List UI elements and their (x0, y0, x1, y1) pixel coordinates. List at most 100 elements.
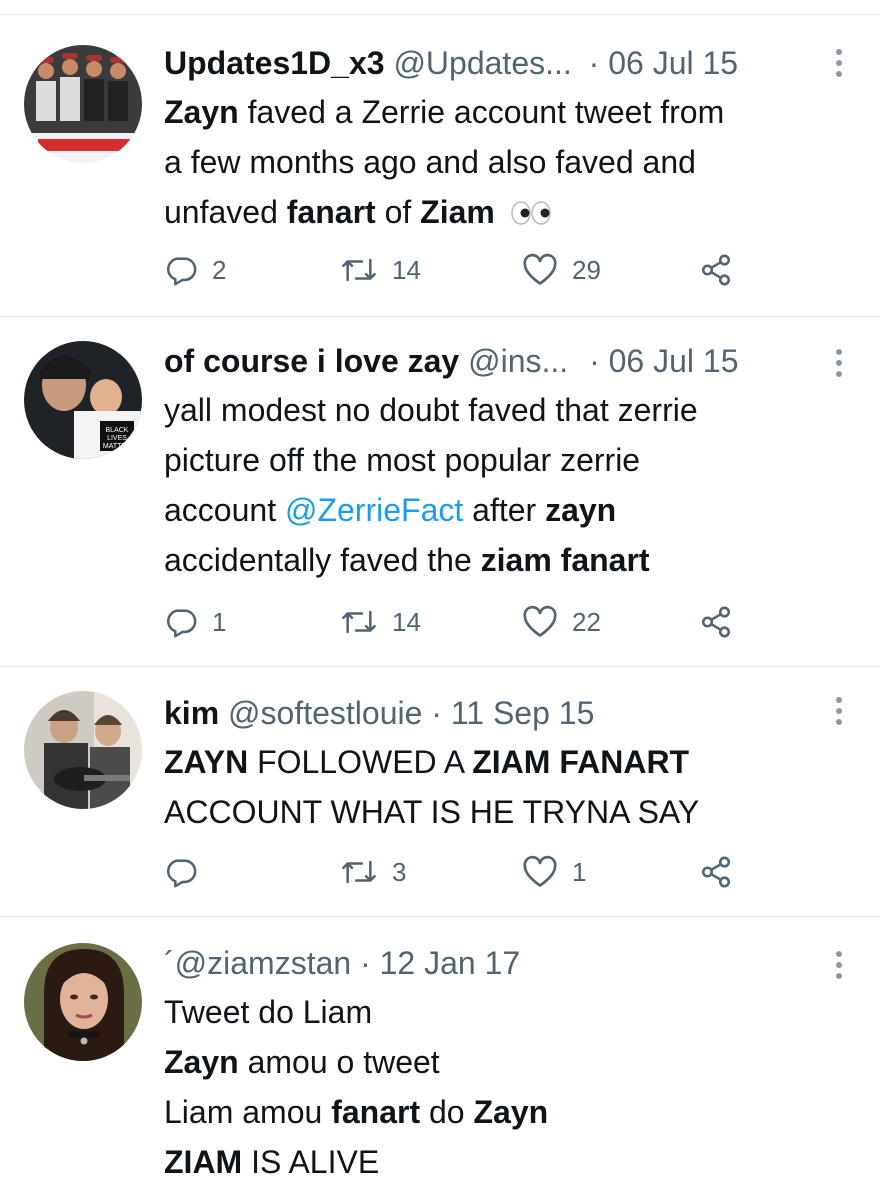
like-count: 22 (572, 606, 601, 637)
text: amou o tweet (238, 1044, 440, 1080)
retweet-button[interactable]: 14 (340, 253, 421, 287)
text: IS ALIVE (242, 1144, 380, 1180)
heart-icon (522, 253, 558, 287)
text: FOLLOWED A (248, 744, 473, 780)
tweet-header: ´@ziamzstan · 12 Jan 17 (164, 943, 840, 983)
tweet-actions: 1 14 22 (164, 605, 764, 645)
author-handle[interactable]: @Updates... (393, 45, 571, 81)
text: faved a Zerrie account tweet from (238, 94, 725, 130)
share-icon (698, 253, 734, 287)
share-icon (698, 605, 734, 639)
reply-count: 1 (212, 606, 227, 637)
tweet-header: Updates1D_x3 @Updates... · 06 Jul 15 (164, 43, 840, 83)
author-name[interactable]: kim (164, 695, 219, 731)
text: yall modest no doubt faved that zerrie (164, 392, 698, 428)
text-bold: ZIAM (164, 1144, 243, 1180)
reply-icon (164, 253, 198, 287)
text: unfaved (164, 194, 287, 230)
tweet[interactable]: ´@ziamzstan · 12 Jan 17 Tweet do Liam Za… (0, 916, 880, 1200)
text-bold: fanart (286, 194, 376, 230)
svg-text:LIVES: LIVES (107, 435, 127, 442)
tweet-actions: 2 14 29 (164, 253, 764, 293)
separator-dot: · (589, 343, 600, 379)
retweet-count: 14 (392, 254, 421, 285)
tweet[interactable]: BLACK LIVES MATTER of course i love zay … (0, 316, 880, 666)
text: ACCOUNT WHAT IS HE TRYNA SAY (164, 794, 700, 830)
text: of (375, 194, 421, 230)
avatar[interactable] (24, 691, 142, 809)
retweet-button[interactable]: 14 (340, 605, 421, 639)
more-icon[interactable] (832, 697, 846, 725)
text-bold: ziam fanart (480, 542, 650, 578)
retweet-icon (340, 253, 378, 287)
svg-text:MATTER: MATTER (103, 443, 131, 450)
text-bold: ZIAM FANART (472, 744, 690, 780)
tweet-header: kim @softestlouie · 11 Sep 15 (164, 693, 840, 733)
share-button[interactable] (698, 855, 734, 889)
reply-button[interactable]: 1 (164, 605, 226, 639)
tweet-date[interactable]: 12 Jan 17 (380, 945, 521, 981)
author-handle[interactable]: @ins... (468, 343, 568, 379)
share-button[interactable] (698, 253, 734, 287)
tweet-date[interactable]: 11 Sep 15 (451, 695, 595, 731)
eyes-emoji (504, 190, 552, 240)
separator-dot: · (360, 945, 371, 981)
like-count: 1 (572, 856, 587, 887)
text: do (420, 1094, 474, 1130)
tweet-text: ZAYN FOLLOWED A ZIAM FANART ACCOUNT WHAT… (164, 737, 840, 837)
text: account (164, 492, 285, 528)
like-button[interactable]: 1 (522, 855, 586, 889)
tweet[interactable]: kim @softestlouie · 11 Sep 15 ZAYN FOLLO… (0, 666, 880, 916)
tweet-header: of course i love zay @ins... · 06 Jul 15 (164, 341, 840, 381)
author-name[interactable]: ´ (164, 945, 175, 981)
text: after (463, 492, 546, 528)
reply-count: 2 (212, 254, 227, 285)
text-bold: Zayn (164, 94, 239, 130)
author-name[interactable]: Updates1D_x3 (164, 45, 385, 81)
author-handle[interactable]: @ziamzstan (175, 945, 352, 981)
like-button[interactable]: 29 (522, 253, 601, 287)
share-icon (698, 855, 734, 889)
reply-button[interactable] (164, 855, 212, 889)
text-bold: zayn (545, 492, 617, 528)
author-handle[interactable]: @softestlouie (228, 695, 422, 731)
reply-icon (164, 855, 198, 889)
text: accidentally faved the (164, 542, 481, 578)
text: Tweet do Liam (164, 994, 373, 1030)
heart-icon (522, 605, 558, 639)
share-button[interactable] (698, 605, 734, 639)
tweet-text: Zayn faved a Zerrie account tweet from a… (164, 87, 840, 240)
text-bold: ZAYN (164, 744, 249, 780)
text-bold: Ziam (420, 194, 495, 230)
reply-button[interactable]: 2 (164, 253, 226, 287)
like-button[interactable]: 22 (522, 605, 601, 639)
text: Liam amou (164, 1094, 332, 1130)
avatar[interactable] (24, 45, 142, 163)
author-name[interactable]: of course i love zay (164, 343, 459, 379)
mention-link[interactable]: @ZerrieFact (285, 492, 463, 528)
reply-icon (164, 605, 198, 639)
text-bold: Zayn (164, 1044, 239, 1080)
svg-text:BLACK: BLACK (106, 427, 129, 434)
more-icon[interactable] (832, 349, 846, 377)
tweet-date[interactable]: 06 Jul 15 (609, 343, 739, 379)
like-count: 29 (572, 254, 601, 285)
tweet[interactable]: Updates1D_x3 @Updates... · 06 Jul 15 Zay… (0, 14, 880, 316)
avatar[interactable]: BLACK LIVES MATTER (24, 341, 142, 459)
retweet-button[interactable]: 3 (340, 855, 406, 889)
more-icon[interactable] (832, 951, 846, 979)
separator-dot: · (588, 45, 600, 81)
text: picture off the most popular zerrie (164, 442, 641, 478)
avatar[interactable] (24, 943, 142, 1061)
text-bold: Zayn (473, 1094, 549, 1130)
retweet-icon (340, 855, 378, 889)
retweet-count: 14 (392, 606, 421, 637)
retweet-count: 3 (392, 856, 407, 887)
text: a few months ago and also faved and (164, 144, 696, 180)
heart-icon (522, 855, 558, 889)
retweet-icon (340, 605, 378, 639)
more-icon[interactable] (832, 49, 846, 77)
tweet-actions: 3 1 (164, 855, 764, 895)
tweet-date[interactable]: 06 Jul 15 (608, 45, 738, 81)
tweet-text: Tweet do Liam Zayn amou o tweet Liam amo… (164, 987, 840, 1187)
